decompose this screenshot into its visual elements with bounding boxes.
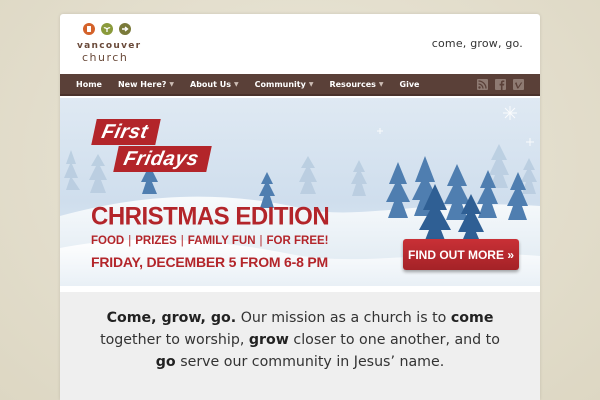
main-nav: Home New Here? ▼ About Us ▼ Community ▼ … [60,74,540,96]
site-tagline: come, grow, go. [431,37,523,50]
tag-separator: | [180,235,184,247]
mission-statement: Come, grow, go. Our mission as a church … [60,292,540,400]
social-links [477,79,524,90]
banner-tag: FAMILY FUN [187,235,256,247]
mission-text: together to worship, [100,332,249,348]
tag-separator: | [259,235,263,247]
banner-tags: FOOD | PRIZES | FAMILY FUN | FOR FREE! [91,235,329,247]
mission-keyword-grow: grow [248,332,289,348]
mission-text: Our mission as a church is to [236,310,451,326]
nav-item-label: Give [399,79,420,89]
logo-name: vancouver [77,41,142,51]
logo-subtitle: church [82,51,129,64]
facebook-icon[interactable] [495,79,506,90]
banner-title-first: First [91,119,161,145]
nav-item-new-here[interactable]: New Here? ▼ [110,73,182,95]
find-out-more-button[interactable]: FIND OUT MORE » [403,239,519,270]
nav-item-label: Resources [329,79,376,89]
logo-icons [83,23,141,36]
mission-text: serve our community in Jesus’ name. [175,354,445,370]
chevron-down-icon: ▼ [169,80,175,88]
banner-tag: PRIZES [135,235,177,247]
chevron-down-icon: ▼ [308,80,314,88]
nav-item-label: Home [76,79,102,89]
nav-item-home[interactable]: Home [60,73,110,95]
mission-keyword-go: go [155,354,176,370]
mission-text: closer to one another, and to [288,332,500,348]
nav-item-label: About Us [190,79,231,89]
nav-item-give[interactable]: Give [392,73,428,95]
banner-tag: FOOD [91,235,125,247]
banner-edition: CHRISTMAS EDITION [91,202,330,231]
banner-free: FOR FREE! [266,235,329,247]
mission-lead: Come, grow, go. [106,310,237,326]
rss-icon[interactable] [477,79,488,90]
logo-arrow-icon [119,23,131,35]
banner-title-fridays: Fridays [113,146,212,172]
nav-item-resources[interactable]: Resources ▼ [321,73,391,95]
nav-item-about-us[interactable]: About Us ▼ [182,73,247,95]
mission-keyword-come: come [450,310,494,326]
vimeo-icon[interactable] [513,79,524,90]
site-header: vancouver church come, grow, go. [60,14,540,74]
chevron-down-icon: ▼ [378,80,384,88]
nav-item-label: Community [254,79,306,89]
banner-date: FRIDAY, DECEMBER 5 FROM 6-8 PM [91,254,328,270]
logo-door-icon [83,23,95,35]
page-container: vancouver church come, grow, go. Home Ne… [60,14,540,400]
nav-item-label: New Here? [117,79,167,89]
tag-separator: | [128,235,132,247]
hero-banner[interactable]: First Fridays CHRISTMAS EDITION FOOD | P… [60,98,540,286]
site-logo[interactable]: vancouver church [77,23,141,64]
nav-item-community[interactable]: Community ▼ [247,73,322,95]
logo-sprout-icon [101,23,113,35]
chevron-down-icon: ▼ [234,80,239,88]
